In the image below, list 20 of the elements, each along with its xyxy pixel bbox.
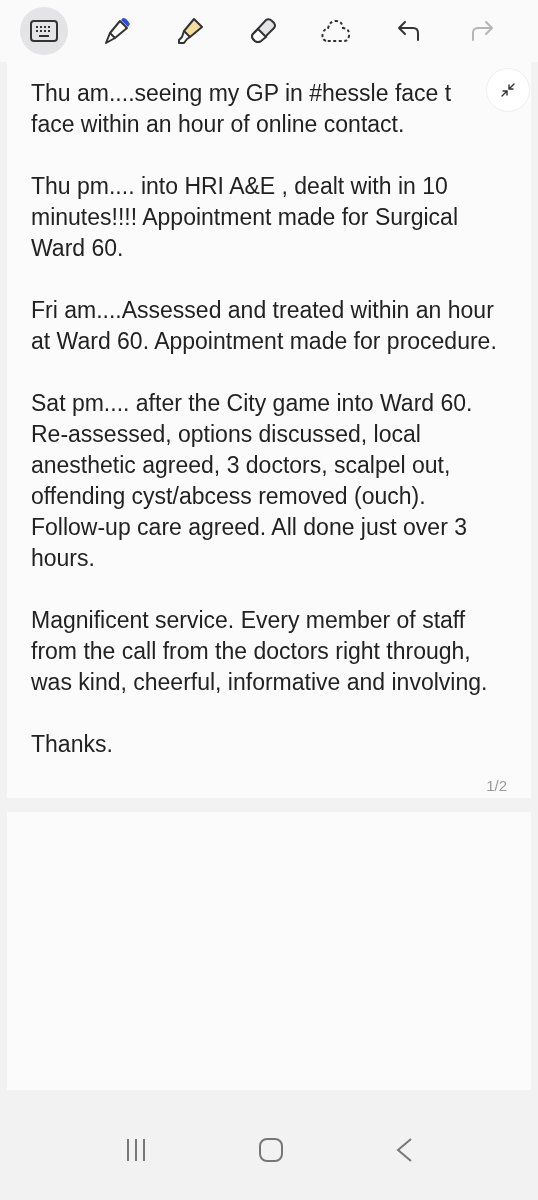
redo-icon [469, 19, 495, 43]
note-paragraph: Fri am....Assessed and treated within an hour at Ward 60. Appointment made for procedure. [31, 296, 497, 356]
eraser-icon [248, 16, 278, 46]
note-paragraph: Thu am....seeing my GP in #hessle face t face within an hour of online contact. [31, 79, 452, 139]
note-paragraph: Sat pm.... after the City game into Ward 60. Re-assessed, options discussed, local anesthetic agreed, 3 doctors, scalpel out, offending cyst/abcess removed (ouch). Follow-up care agreed. All done just over 3 hours. [31, 389, 473, 573]
highlighter-icon [175, 16, 205, 46]
collapse-icon [500, 82, 516, 98]
collapse-button[interactable] [486, 68, 530, 112]
note-paragraph: Thu pm.... into HRI A&E , dealt with in 10 minutes!!!! Appointment made for Surgical Ward 60. [31, 172, 458, 263]
keyboard-icon [29, 18, 59, 44]
note-paragraph: Magnificent service. Every member of staff from the call from the doctors right through, was kind, cheerful, informative and involving. [31, 606, 488, 697]
lasso-icon [320, 17, 352, 45]
keyboard-tool-button[interactable] [20, 7, 68, 55]
pen-icon [102, 16, 132, 46]
recents-icon [125, 1138, 148, 1162]
page-number: 1/2 [486, 777, 507, 794]
undo-icon [396, 19, 422, 43]
back-icon [394, 1137, 413, 1163]
home-icon [258, 1137, 284, 1163]
note-paragraph: Thanks. [31, 730, 113, 759]
